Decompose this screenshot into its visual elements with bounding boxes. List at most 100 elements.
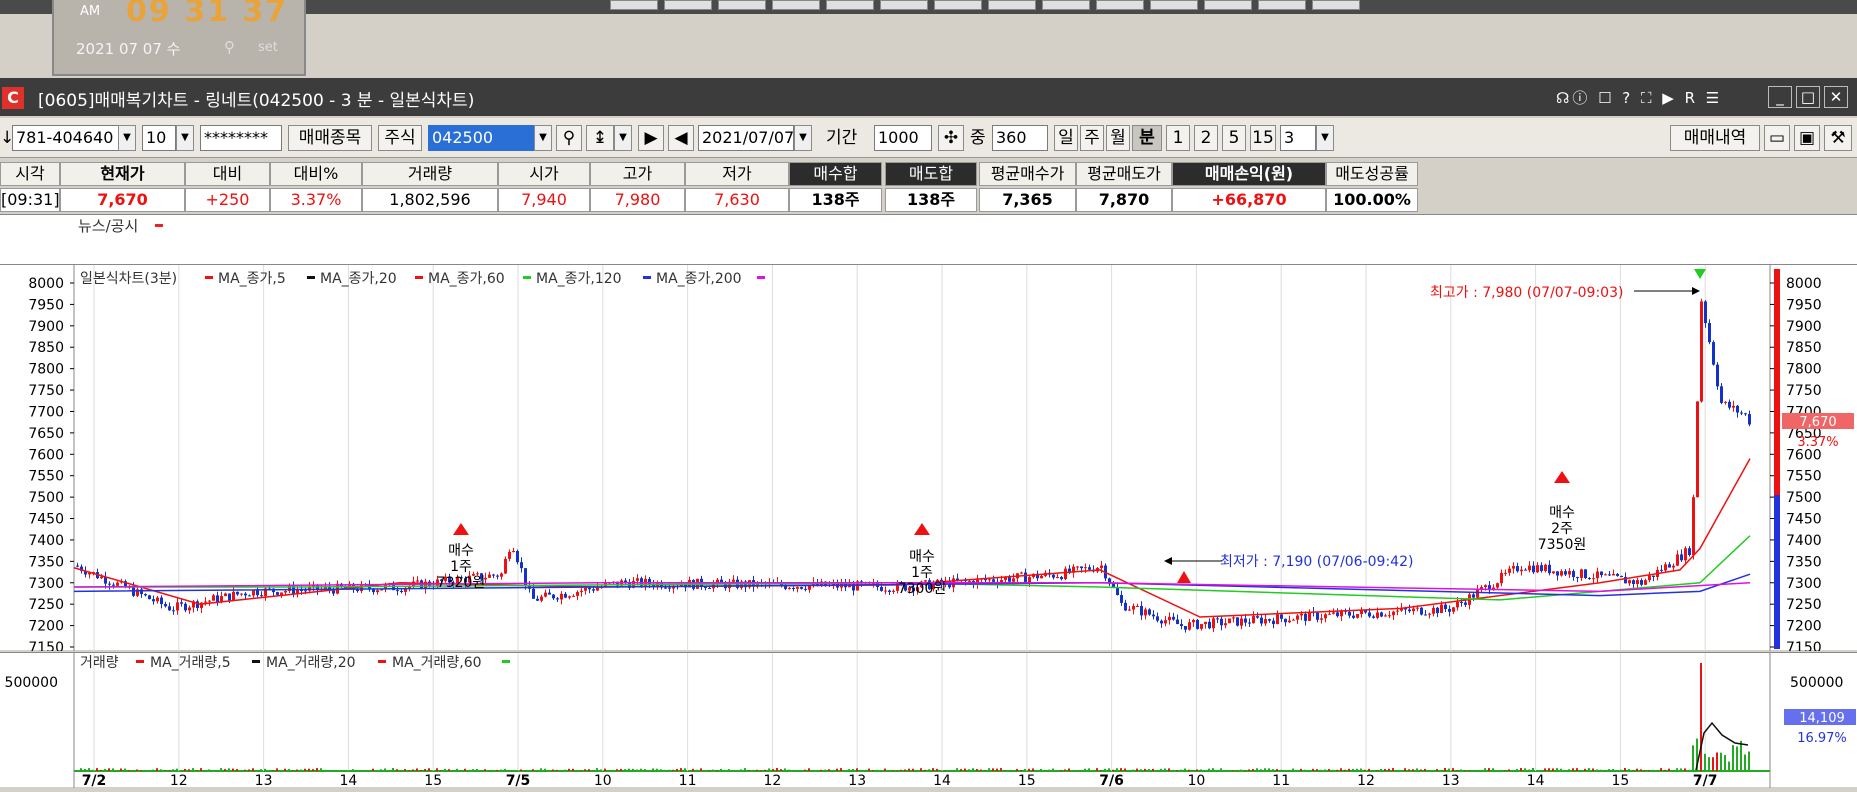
volume-bar [1200,769,1202,771]
stock-code-input[interactable]: 042500 [428,125,534,151]
top-button[interactable] [1096,0,1144,10]
candle-body [1008,577,1011,581]
maximize-button[interactable]: □ [1796,86,1820,108]
volume-bar [836,769,838,771]
vol-axis-left: 500000 [5,675,58,691]
top-button[interactable] [826,0,874,10]
x-tick-label: 15 [1611,773,1629,788]
top-button[interactable] [880,0,928,10]
buy3-price: 7350원 [1538,537,1587,553]
timeframe-5-button[interactable]: 5 [1222,125,1246,151]
volume-bar [1196,769,1198,771]
candle-body [1592,578,1595,579]
trade-history-button[interactable]: 매매내역 [1670,125,1760,151]
save-icon[interactable]: ▣ [1794,125,1820,151]
volume-bar [624,769,626,771]
timeframe-week-button[interactable]: 주 [1080,125,1104,151]
stock-type-select[interactable]: 주식 [378,125,422,151]
timeframe-select[interactable]: 3 [1280,125,1316,151]
header-sell-total: 매도합 [885,162,977,186]
top-button[interactable] [664,0,712,10]
volume-bar [672,770,674,771]
volume-bar [1020,770,1022,771]
volume-bar [1304,770,1306,771]
date-input[interactable]: 2021/07/07 [698,125,794,151]
minimize-button[interactable]: _ [1768,86,1792,108]
candle-body [1520,570,1523,572]
chevron-down-icon[interactable]: ▼ [794,125,812,151]
top-button[interactable] [772,0,820,10]
volume-bar [976,769,978,771]
sort-icon[interactable]: ↨ [586,125,614,151]
candle-body [888,591,891,592]
volume-bar [1280,770,1282,771]
top-button[interactable] [934,0,982,10]
volume-bar [120,768,122,771]
candle-body [1040,576,1043,578]
timeframe-1-button[interactable]: 1 [1166,125,1190,151]
volume-chart[interactable]: 7/2121314157/51011121314157/610111213141… [0,653,1857,788]
candle-body [208,601,211,602]
close-button[interactable]: ✕ [1824,86,1848,108]
timeframe-day-button[interactable]: 일 [1054,125,1078,151]
candle-body [884,591,887,592]
clock-set-button[interactable]: set [258,40,278,55]
volume-bar [436,768,438,771]
chart-settings-icon[interactable]: ✣ [938,125,964,151]
chevron-down-icon[interactable]: ▼ [176,125,194,151]
mid-input[interactable]: 360 [992,125,1048,151]
timeframe-minute-button[interactable]: 분 [1132,125,1162,151]
alarm-icon[interactable]: ⚲ [224,38,235,56]
play-forward-icon[interactable]: ▶ [638,125,664,151]
account-select[interactable]: 781-404640 [12,125,124,151]
volume-bar [564,770,566,771]
volume-bar [728,769,730,771]
top-button[interactable] [718,0,766,10]
volume-chart-panel[interactable]: 7/2121314157/51011121314157/610111213141… [0,652,1857,787]
top-button[interactable] [610,0,658,10]
price-chart-panel[interactable]: 8000800079507950790079007850785078007800… [0,264,1857,650]
chevron-down-icon[interactable]: ▼ [118,125,136,151]
wrench-icon[interactable]: ⚒ [1824,125,1852,151]
chevron-down-icon[interactable]: ▼ [1316,125,1334,151]
timeframe-15-button[interactable]: 15 [1250,125,1276,151]
chevron-down-icon[interactable]: ▼ [614,125,632,151]
buy1-label: 매수 [448,543,474,559]
volume-bar [1728,762,1730,771]
play-back-icon[interactable]: ◀ [668,125,694,151]
volume-bar [620,769,622,771]
volume-bar [896,770,898,771]
folder-icon[interactable]: ▭ [1764,125,1790,151]
chevron-down-icon[interactable]: ▼ [534,125,552,151]
password-field[interactable]: ******** [200,125,282,151]
volume-bar [1572,768,1574,771]
title-tool-icons[interactable]: ☊ⓘ ☐ ? ⛶ ▶ R ☰ [1556,87,1722,108]
top-button[interactable] [988,0,1036,10]
account-sub-select[interactable]: 10 [142,125,176,151]
volume-bar [1256,768,1258,771]
candle-body [1328,614,1331,615]
timeframe-month-button[interactable]: 월 [1106,125,1130,151]
top-button[interactable] [1312,0,1360,10]
current-price-value: 7,670 [1799,415,1836,430]
top-button[interactable] [1258,0,1306,10]
toolbar: ↓ 781-404640 ▼ 10 ▼ ******** 매매종목 주식 042… [0,118,1857,158]
top-button[interactable] [1150,0,1198,10]
candle-body [1684,548,1687,560]
volume-bar [1528,769,1530,771]
volume-bar [676,769,678,771]
search-icon[interactable]: ⚲ [556,125,582,151]
top-button[interactable] [1042,0,1090,10]
period-input[interactable]: 1000 [874,125,932,151]
volume-bar [1188,770,1190,771]
candle-body [1336,612,1339,616]
top-button[interactable] [1204,0,1252,10]
volume-bar [1148,769,1150,771]
price-chart[interactable]: 8000800079507950790079007850785078007800… [0,265,1857,651]
trade-items-button[interactable]: 매매종목 [288,125,372,151]
volume-bar [456,769,458,771]
clock-time: 09 31 37 [126,0,288,29]
candle-body [176,602,179,610]
timeframe-2-button[interactable]: 2 [1194,125,1218,151]
x-tick-label: 10 [594,773,612,788]
